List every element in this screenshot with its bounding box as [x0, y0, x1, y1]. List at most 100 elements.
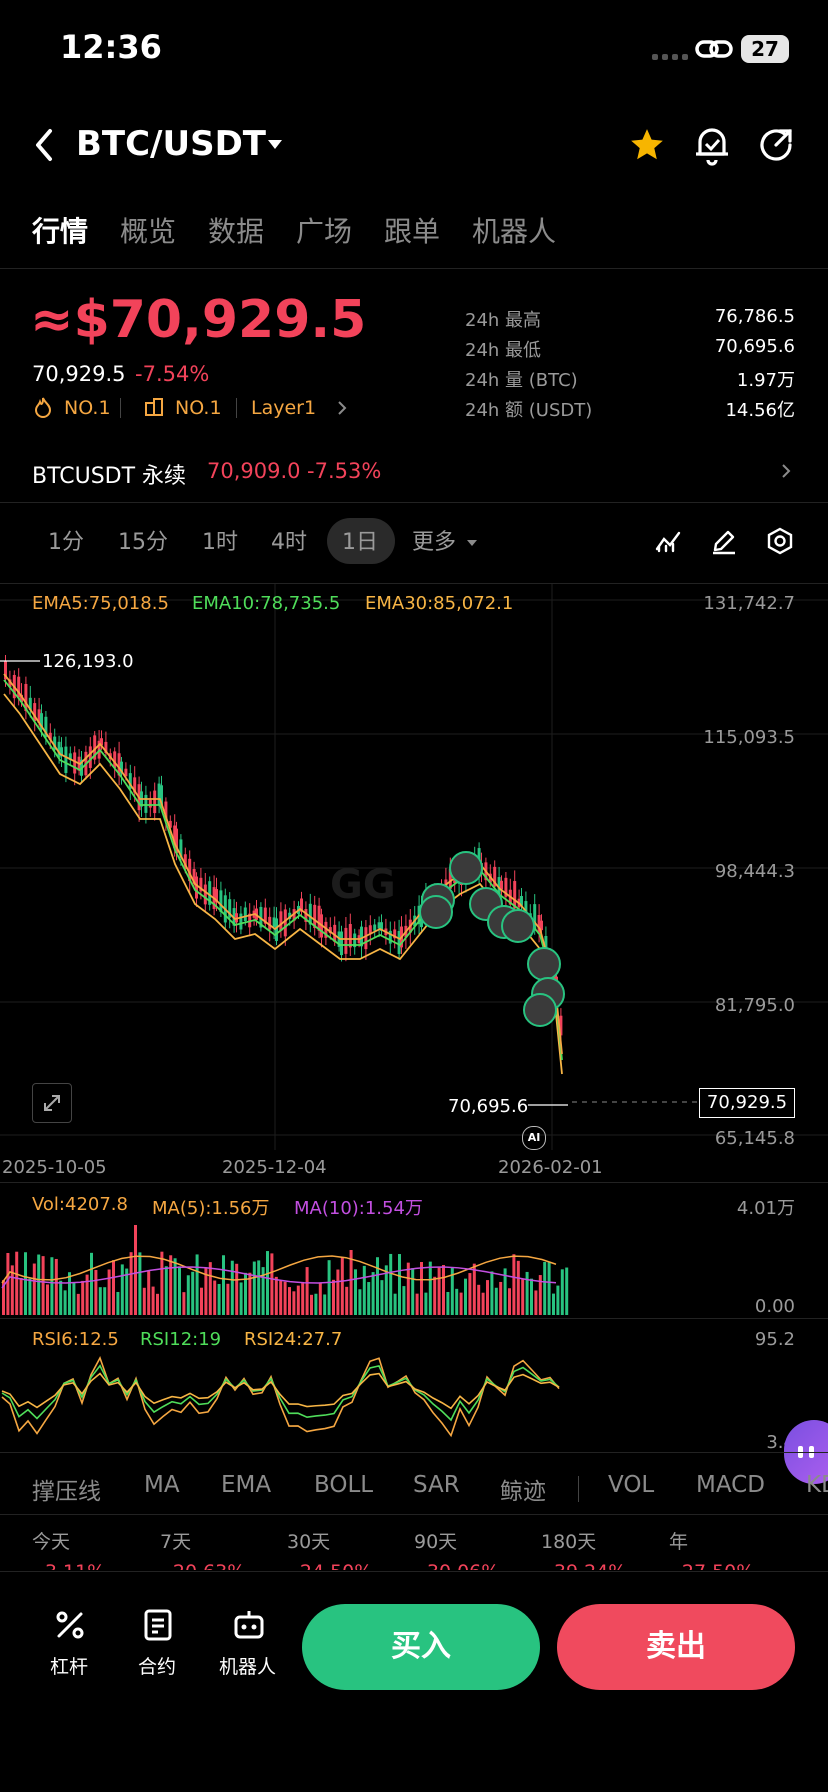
volume-bar — [222, 1255, 225, 1315]
rank-cap[interactable]: NO.1 — [175, 397, 222, 419]
pair-title[interactable]: BTC/USDT — [76, 124, 266, 164]
y-tick-1: 131,742.7 — [703, 593, 795, 614]
ind-kdj[interactable]: KD — [806, 1472, 828, 1498]
category-chevron-icon[interactable] — [336, 399, 348, 417]
volume-bar — [327, 1260, 331, 1315]
perp-price: 70,909.0 — [207, 459, 301, 483]
leverage-label: 杠杆 — [50, 1656, 89, 1678]
contract-button[interactable]: 合约 — [128, 1606, 188, 1680]
tab-robot[interactable]: 机器人 — [472, 210, 556, 250]
back-icon[interactable] — [30, 125, 60, 165]
period-today-value: -3.11% — [38, 1561, 105, 1570]
tf-1m[interactable]: 1分 — [48, 524, 84, 556]
tab-copy-trade[interactable]: 跟单 — [384, 210, 440, 250]
volume-bar — [288, 1287, 291, 1315]
volume-bar — [160, 1251, 164, 1315]
volume-bar — [402, 1286, 406, 1315]
draw-pen-icon[interactable] — [710, 527, 738, 555]
favorite-star-icon[interactable] — [628, 126, 666, 164]
volume-bar — [147, 1270, 151, 1315]
ind-whale[interactable]: 鲸迹 — [500, 1472, 546, 1506]
price-value: 70,929.5 — [32, 362, 126, 386]
price-change: -7.54% — [135, 362, 210, 386]
ind-ema[interactable]: EMA — [221, 1472, 271, 1498]
tf-4h[interactable]: 4时 — [271, 524, 307, 556]
volume-bar — [266, 1251, 269, 1315]
volume-bar — [32, 1263, 36, 1315]
volume-bar — [129, 1252, 133, 1315]
hot-icon — [33, 396, 53, 418]
tab-market[interactable]: 行情 — [32, 210, 88, 250]
period-values-clip: -3.11% -20.63% -24.50% -30.06% -39.24% -… — [0, 1552, 828, 1570]
tab-data[interactable]: 数据 — [208, 210, 264, 250]
volume-bar — [354, 1269, 357, 1315]
volume-bar — [41, 1256, 45, 1315]
volume-bar — [98, 1287, 102, 1315]
volume-bar — [142, 1287, 146, 1315]
share-icon[interactable] — [756, 125, 796, 165]
volume-bar — [521, 1279, 525, 1315]
volume-bar — [490, 1271, 494, 1315]
category-tag[interactable]: Layer1 — [251, 397, 316, 419]
price-alert-bell-icon[interactable] — [692, 124, 732, 166]
volume-bar — [138, 1252, 142, 1315]
volume-bar — [565, 1267, 569, 1315]
whale-avatar — [419, 895, 453, 929]
volume-bar — [393, 1293, 397, 1315]
volume-bar — [151, 1286, 155, 1315]
pair-dropdown-icon[interactable] — [266, 138, 284, 150]
tab-overview[interactable]: 概览 — [120, 210, 176, 250]
volume-bar — [406, 1262, 410, 1315]
volume-bar — [213, 1280, 217, 1315]
ind-sar[interactable]: SAR — [413, 1472, 460, 1498]
volume-bar — [257, 1260, 261, 1315]
ind-support[interactable]: 撑压线 — [32, 1472, 101, 1506]
volume-bar — [134, 1225, 137, 1315]
indicator-icon[interactable] — [654, 527, 682, 555]
chart-settings-icon[interactable] — [765, 526, 795, 556]
volume-bar — [358, 1289, 362, 1315]
whale-avatar — [523, 993, 557, 1027]
volume-bar — [200, 1287, 203, 1315]
period-30d-value: -24.50% — [293, 1561, 372, 1570]
last-price-label: 70,929.5 — [706, 1092, 788, 1113]
buy-button[interactable]: 买入 — [302, 1604, 540, 1690]
tf-more[interactable]: 更多 — [412, 524, 456, 556]
ind-macd[interactable]: MACD — [696, 1472, 765, 1498]
volume-bar — [68, 1272, 71, 1315]
tf-more-caret-icon[interactable] — [466, 538, 478, 548]
rsi6-label: RSI6:12.5 — [32, 1329, 119, 1350]
tf-15m[interactable]: 15分 — [118, 524, 168, 556]
stat-amount-value: 14.56亿 — [725, 400, 795, 421]
y-tick-5: 65,145.8 — [714, 1128, 795, 1149]
robot-button[interactable]: 机器人 — [216, 1606, 282, 1680]
sell-button[interactable]: 卖出 — [557, 1604, 795, 1690]
period-1y-label: 年 — [669, 1531, 689, 1553]
rank-hot[interactable]: NO.1 — [64, 397, 111, 419]
ind-vol[interactable]: VOL — [608, 1472, 654, 1498]
volume-bar — [94, 1269, 98, 1315]
fullscreen-expand-icon[interactable] — [32, 1083, 72, 1123]
leverage-button[interactable]: 杠杆 — [40, 1606, 100, 1680]
volume-bar — [437, 1267, 441, 1315]
ind-boll[interactable]: BOLL — [314, 1472, 373, 1498]
perp-row[interactable]: BTCUSDT 永续 70,909.0 -7.53% — [0, 448, 828, 500]
volume-bar — [534, 1290, 538, 1315]
volume-bar — [252, 1261, 256, 1315]
volume-bar — [296, 1285, 300, 1315]
volume-bar — [72, 1282, 76, 1315]
ai-badge[interactable]: AI — [522, 1126, 546, 1150]
watermark-text: GG — [330, 862, 396, 908]
volume-bar — [362, 1265, 366, 1315]
tf-1h[interactable]: 1时 — [202, 524, 238, 556]
volume-bar — [164, 1266, 168, 1315]
volume-bar — [318, 1283, 322, 1315]
stat-vol-value: 1.97万 — [736, 370, 795, 391]
volume-bar — [178, 1266, 181, 1315]
stat-high-label: 24h 最高 — [465, 310, 542, 331]
last-price-box: 70,929.5 — [699, 1088, 795, 1118]
volume-bar — [508, 1288, 511, 1315]
period-30d-label: 30天 — [287, 1531, 331, 1553]
ind-ma[interactable]: MA — [144, 1472, 180, 1498]
tab-square[interactable]: 广场 — [296, 210, 352, 250]
